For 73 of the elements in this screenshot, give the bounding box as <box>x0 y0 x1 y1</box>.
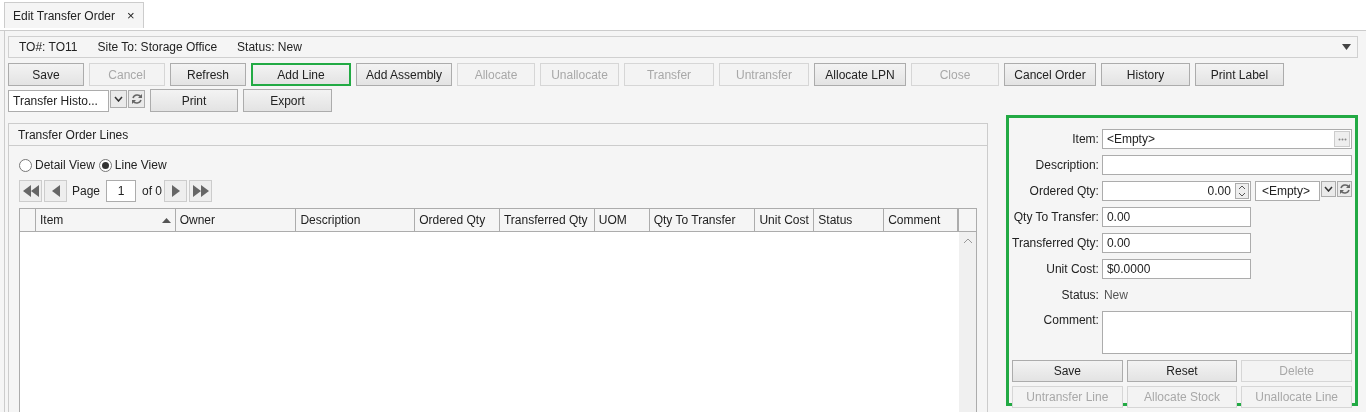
panel-title: Transfer Order Lines <box>18 127 129 142</box>
last-page-button[interactable] <box>189 180 213 202</box>
column-header[interactable]: Ordered Qty <box>415 209 500 231</box>
order-info-text: Site To: Storage Office <box>97 40 218 54</box>
radio-button[interactable] <box>98 158 112 172</box>
column-header[interactable]: UOM <box>594 209 650 231</box>
first-page-icon <box>22 185 39 197</box>
toolbar-button[interactable]: Refresh <box>170 63 246 86</box>
spinner-icon <box>1237 185 1246 197</box>
last-page-icon <box>192 185 209 197</box>
refresh-button[interactable] <box>1337 181 1352 197</box>
page-label: Page <box>72 184 101 198</box>
field-label: Transferred Qty: <box>1012 236 1099 250</box>
action-button[interactable]: Export <box>243 89 332 112</box>
chevron-down-icon <box>114 95 123 102</box>
field-label: Ordered Qty: <box>1028 184 1099 198</box>
radio-label[interactable]: Line View <box>114 158 167 172</box>
report-select[interactable]: Transfer Histo... <box>8 89 109 112</box>
field-label: Description: <box>1034 158 1099 172</box>
toolbar-button[interactable]: History <box>1101 63 1190 86</box>
refresh-icon <box>130 92 143 105</box>
column-header[interactable]: Unit Cost <box>755 209 815 231</box>
action-button[interactable]: Print <box>150 89 238 112</box>
toolbar-button[interactable]: Cancel Order <box>1004 63 1096 86</box>
spinner-button[interactable] <box>1234 183 1249 199</box>
next-page-button[interactable] <box>164 180 188 202</box>
dropdown-button[interactable] <box>1321 181 1336 197</box>
dropdown-button[interactable] <box>110 89 127 108</box>
column-header[interactable]: Status <box>814 209 885 231</box>
caret-down-icon[interactable] <box>1342 44 1351 50</box>
toolbar-button[interactable]: Allocate LPN <box>814 63 906 86</box>
action-button[interactable]: Save <box>1012 360 1123 382</box>
field-label: Qty To Transfer: <box>1012 210 1099 224</box>
toolbar-button[interactable]: Add Line <box>251 63 351 86</box>
input-field[interactable]: 0.00 <box>1101 207 1251 227</box>
toolbar-button[interactable]: Add Assembly <box>356 63 452 86</box>
previous-page-button[interactable] <box>44 180 67 202</box>
field-label: Status: <box>1060 288 1099 302</box>
document-tab[interactable]: Edit Transfer Order × <box>4 2 144 28</box>
comment-field[interactable] <box>1101 311 1352 354</box>
page-count: of 0 <box>142 184 163 198</box>
refresh-button[interactable] <box>128 89 145 108</box>
radio-button[interactable] <box>19 158 32 172</box>
order-info-text: Status: New <box>237 40 302 54</box>
toolbar-button[interactable]: Print Label <box>1195 63 1284 86</box>
field-label: Comment: <box>1042 313 1099 327</box>
next-page-icon <box>171 185 180 197</box>
item-field[interactable]: <Empty> <box>1101 129 1352 149</box>
radio-label[interactable]: Detail View <box>35 158 95 172</box>
previous-page-icon <box>51 185 60 197</box>
input-field[interactable]: $0.0000 <box>1101 259 1251 279</box>
column-header[interactable]: Transferred Qty <box>500 209 595 231</box>
page-field[interactable]: 1 <box>106 180 137 202</box>
field-label: Item: <box>1071 132 1099 146</box>
column-header[interactable]: Owner <box>175 209 297 231</box>
chevron-down-icon <box>1324 186 1333 192</box>
column-header[interactable]: Qty To Transfer <box>649 209 756 231</box>
refresh-icon <box>1338 183 1351 195</box>
input-field[interactable] <box>1101 155 1352 175</box>
input-field[interactable]: 0.00 <box>1101 233 1251 253</box>
order-info-text: TO#: TO11 <box>19 40 78 54</box>
first-page-button[interactable] <box>19 180 42 202</box>
status-value: New <box>1102 288 1129 302</box>
column-header[interactable]: Description <box>296 209 416 231</box>
column-header[interactable]: Comment <box>884 209 959 231</box>
action-button[interactable]: Reset <box>1126 360 1238 382</box>
close-icon[interactable]: × <box>127 8 135 23</box>
unit-select[interactable]: <Empty> <box>1254 181 1320 201</box>
quantity-field[interactable]: 0.00 <box>1101 181 1251 201</box>
field-label: Unit Cost: <box>1045 262 1099 276</box>
column-header[interactable]: Item <box>35 209 176 231</box>
ellipsis-icon <box>1337 137 1347 141</box>
toolbar-button[interactable]: Save <box>8 63 84 86</box>
